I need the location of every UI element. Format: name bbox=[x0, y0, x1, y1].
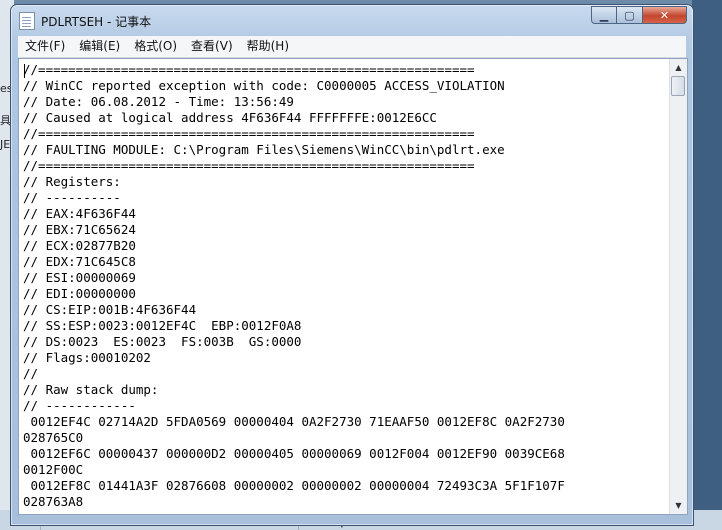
notepad-icon[interactable] bbox=[19, 12, 35, 30]
scroll-down-button[interactable]: ▼ bbox=[670, 497, 687, 514]
menu-view[interactable]: 查看(V) bbox=[184, 36, 240, 57]
close-icon: ✕ bbox=[659, 8, 670, 22]
chevron-up-icon: ▲ bbox=[675, 63, 682, 72]
document-text[interactable]: //======================================… bbox=[23, 62, 663, 510]
scrollbar-thumb[interactable] bbox=[671, 76, 685, 96]
chevron-down-icon: ▼ bbox=[675, 501, 682, 510]
menu-help[interactable]: 帮助(H) bbox=[240, 36, 296, 57]
minimize-icon: ▁ bbox=[599, 8, 609, 22]
scroll-up-button[interactable]: ▲ bbox=[670, 59, 687, 76]
window-title: PDLRTSEH - 记事本 bbox=[41, 15, 152, 29]
window-controls: ▁ ▢ ✕ bbox=[591, 6, 687, 24]
background-desktop-right bbox=[692, 0, 722, 530]
vertical-scrollbar[interactable]: ▲ ▼ bbox=[669, 59, 687, 514]
menu-bar: 文件(F) 编辑(E) 格式(O) 查看(V) 帮助(H) bbox=[18, 36, 686, 58]
title-bar[interactable]: PDLRTSEH - 记事本 ▁ ▢ ✕ bbox=[11, 5, 693, 35]
maximize-icon: ▢ bbox=[624, 8, 635, 22]
menu-edit[interactable]: 编辑(E) bbox=[72, 36, 127, 57]
menu-file[interactable]: 文件(F) bbox=[18, 36, 72, 57]
text-caret bbox=[24, 64, 25, 78]
maximize-button[interactable]: ▢ bbox=[617, 6, 643, 24]
close-button[interactable]: ✕ bbox=[643, 6, 687, 24]
minimize-button[interactable]: ▁ bbox=[591, 6, 617, 24]
background-text-fragment: JE bbox=[0, 138, 11, 151]
menu-format[interactable]: 格式(O) bbox=[127, 36, 184, 57]
text-editor-area[interactable]: //======================================… bbox=[18, 58, 688, 515]
notepad-window: PDLRTSEH - 记事本 ▁ ▢ ✕ 文件(F) 编辑(E) 格式(O) 查… bbox=[10, 4, 694, 526]
